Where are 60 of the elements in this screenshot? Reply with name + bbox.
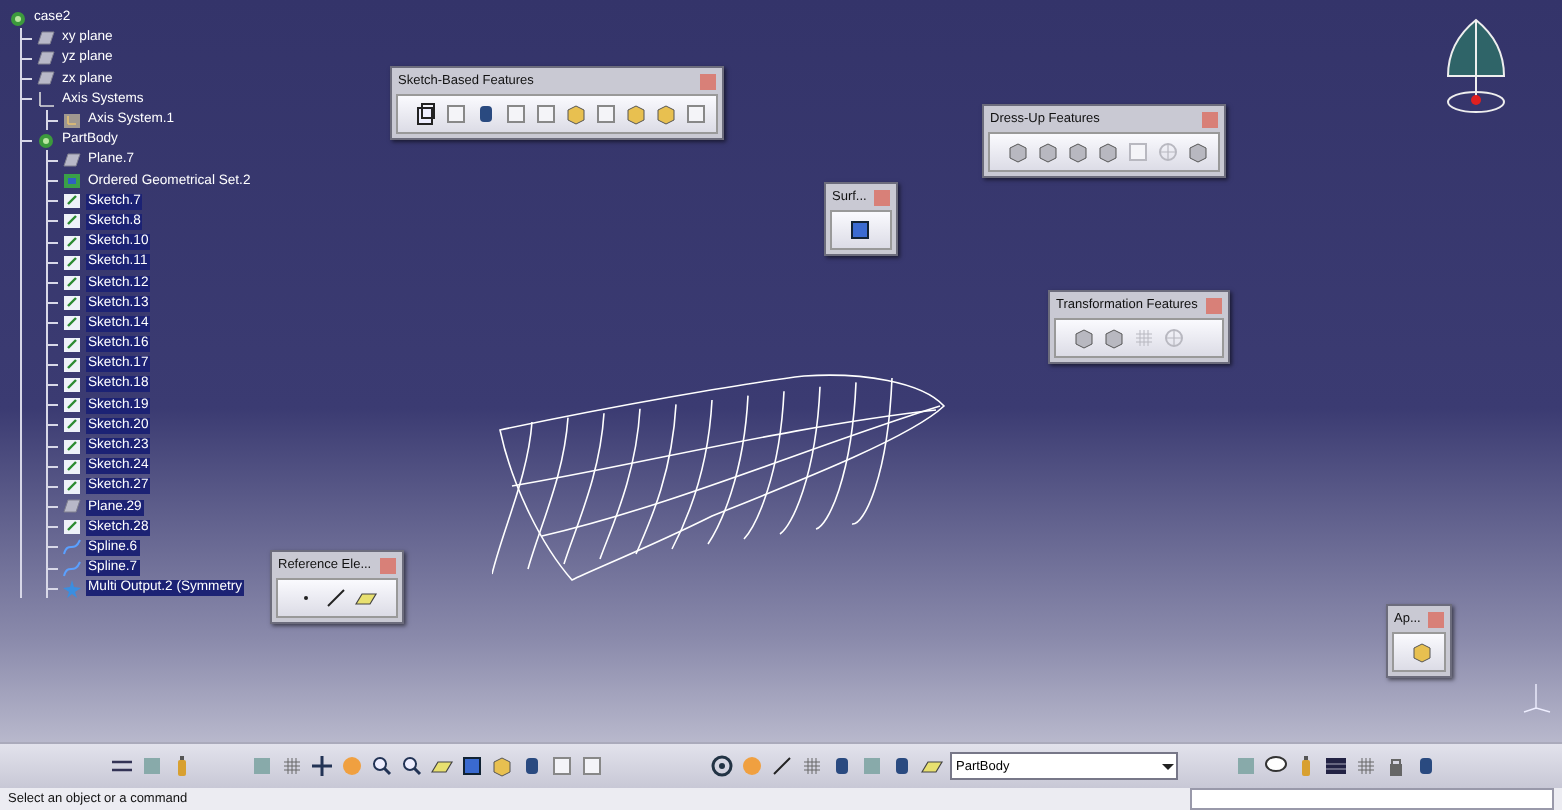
sketch-icon	[62, 518, 82, 537]
cube-icon[interactable]	[1036, 140, 1060, 164]
cube-icon[interactable]	[1096, 140, 1120, 164]
sketch-icon	[62, 355, 82, 374]
sketch-icon	[62, 253, 82, 272]
caret-icon	[1160, 758, 1176, 774]
square-icon[interactable]	[534, 102, 558, 126]
sketch-icon	[62, 233, 82, 252]
cube-icon[interactable]	[490, 754, 514, 778]
cube-icon[interactable]	[1186, 140, 1210, 164]
gear-icon	[36, 131, 56, 150]
cube-icon[interactable]	[1066, 140, 1090, 164]
axis-triad-icon	[1520, 680, 1552, 716]
sketch-icon	[62, 192, 82, 211]
cube-icon[interactable]	[1072, 326, 1096, 350]
axis-icon	[62, 111, 82, 130]
magnifier-icon[interactable]	[370, 754, 394, 778]
line-icon[interactable]	[770, 754, 794, 778]
cube-icon[interactable]	[564, 102, 588, 126]
sketch-icon	[62, 274, 82, 293]
plane-icon	[62, 498, 82, 517]
square-icon[interactable]	[550, 754, 574, 778]
stack-icon	[62, 172, 82, 191]
cube-icon[interactable]	[624, 102, 648, 126]
cylinder-icon[interactable]	[1414, 754, 1438, 778]
square-icon[interactable]	[684, 102, 708, 126]
swirl-icon[interactable]	[710, 754, 734, 778]
square-icon[interactable]	[594, 102, 618, 126]
pad-icon[interactable]	[414, 102, 438, 126]
sketch-icon	[62, 294, 82, 313]
cylinder-icon[interactable]	[520, 754, 544, 778]
sketch-icon	[62, 335, 82, 354]
speech-bubble-icon[interactable]	[1264, 754, 1288, 778]
sketch-icon	[62, 212, 82, 231]
cylinder-icon[interactable]	[474, 102, 498, 126]
magnifier-icon[interactable]	[400, 754, 424, 778]
cylinder-icon[interactable]	[830, 754, 854, 778]
star-icon	[62, 579, 82, 598]
sketch-icon	[62, 396, 82, 415]
cube-icon[interactable]	[1102, 326, 1126, 350]
lock-icon[interactable]	[1384, 754, 1408, 778]
square-icon[interactable]	[580, 754, 604, 778]
cube-icon[interactable]	[1410, 640, 1434, 664]
cube-icon[interactable]	[1006, 140, 1030, 164]
table-icon[interactable]	[1324, 754, 1348, 778]
pan-icon[interactable]	[310, 754, 334, 778]
sketch-icon	[62, 375, 82, 394]
plane-icon	[62, 151, 82, 170]
gear-icon	[8, 9, 28, 28]
sketch-icon	[62, 477, 82, 496]
sketch-icon	[62, 437, 82, 456]
line-icon[interactable]	[324, 586, 348, 610]
box-icon[interactable]	[460, 754, 484, 778]
cube-icon[interactable]	[654, 102, 678, 126]
sketch-icon	[62, 457, 82, 476]
sketch-icon	[62, 314, 82, 333]
box-icon[interactable]	[848, 218, 872, 242]
cylinder-icon[interactable]	[890, 754, 914, 778]
sketch-icon	[62, 416, 82, 435]
command-field[interactable]	[1190, 788, 1554, 810]
